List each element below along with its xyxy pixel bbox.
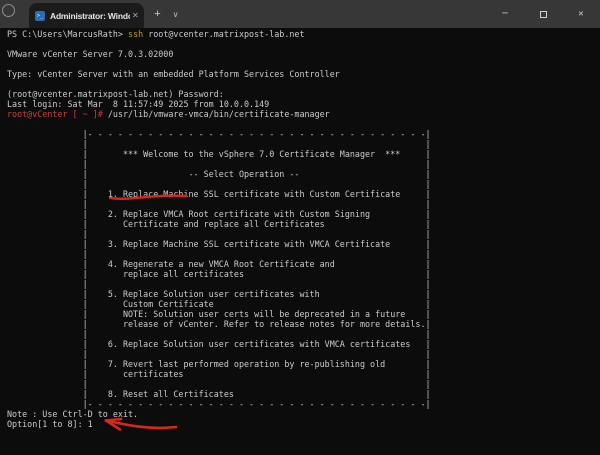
- terminal-line: VMware vCenter Server 7.0.3.02000: [7, 49, 174, 59]
- window-controls: ─ ✕: [486, 0, 600, 28]
- maximize-button[interactable]: [524, 0, 562, 28]
- terminal-line: | 3. Replace Machine SSL certificate wit…: [7, 239, 431, 249]
- terminal-line: | Certificate and replace all Certificat…: [7, 219, 431, 229]
- terminal-line: | |: [7, 279, 431, 289]
- terminal-line: | |: [7, 229, 431, 239]
- terminal-line: | Custom Certificate |: [7, 299, 431, 309]
- terminal-line: | 8. Reset all Certificates |: [7, 389, 431, 399]
- titlebar: >_ Administrator: Windows Pow ✕ + ∨ ─ ✕: [0, 0, 600, 28]
- terminal-line: | replace all certificates |: [7, 269, 431, 279]
- terminal-line: Option[1 to 8]: 1: [7, 419, 93, 429]
- new-tab-button[interactable]: +: [149, 5, 166, 23]
- terminal-line: | 1. Replace Machine SSL certificate wit…: [7, 189, 431, 199]
- terminal-line: | 7. Revert last performed operation by …: [7, 359, 431, 369]
- terminal-line: | 6. Replace Solution user certificates …: [7, 339, 431, 349]
- terminal-line: Note : Use Ctrl-D to exit.: [7, 409, 139, 419]
- terminal-line: | |: [7, 199, 431, 209]
- tab-close-icon[interactable]: ✕: [132, 11, 139, 20]
- terminal-line: (root@vcenter.matrixpost-lab.net) Passwo…: [7, 89, 224, 99]
- recording-circle-icon: [2, 4, 15, 17]
- tab-powershell[interactable]: >_ Administrator: Windows Pow ✕: [29, 3, 144, 28]
- terminal-line: Last login: Sat Mar 8 11:57:49 2025 from…: [7, 99, 270, 109]
- terminal-line: | -- Select Operation -- |: [7, 169, 431, 179]
- terminal-line: | |: [7, 379, 431, 389]
- terminal-window: >_ Administrator: Windows Pow ✕ + ∨ ─ ✕ …: [0, 0, 600, 455]
- minimize-button[interactable]: ─: [486, 0, 524, 28]
- terminal-line: | |: [7, 179, 431, 189]
- terminal-line: Type: vCenter Server with an embedded Pl…: [7, 69, 340, 79]
- terminal-line: | NOTE: Solution user certs will be depr…: [7, 309, 431, 319]
- terminal-line: | |: [7, 329, 431, 339]
- terminal-line: | certificates |: [7, 369, 431, 379]
- terminal-line: PS C:\Users\MarcusRath> ssh root@vcenter…: [7, 29, 305, 39]
- terminal-line: root@vCenter [ ~ ]# /usr/lib/vmware-vmca…: [7, 109, 330, 119]
- terminal-line: |- - - - - - - - - - - - - - - - - - - -…: [7, 129, 431, 139]
- terminal-line: |- - - - - - - - - - - - - - - - - - - -…: [7, 399, 431, 409]
- terminal-line: | |: [7, 249, 431, 259]
- terminal-line: | |: [7, 139, 431, 149]
- terminal-line: | 5. Replace Solution user certificates …: [7, 289, 431, 299]
- terminal-line: | |: [7, 349, 431, 359]
- terminal-line: | 4. Regenerate a new VMCA Root Certific…: [7, 259, 431, 269]
- terminal-output: PS C:\Users\MarcusRath> ssh root@vcenter…: [7, 29, 600, 429]
- tab-title: Administrator: Windows Pow: [50, 10, 130, 21]
- close-button[interactable]: ✕: [562, 0, 600, 28]
- powershell-icon: >_: [35, 10, 45, 21]
- tab-dropdown-button[interactable]: ∨: [167, 5, 184, 23]
- terminal-line: | |: [7, 159, 431, 169]
- terminal-viewport[interactable]: PS C:\Users\MarcusRath> ssh root@vcenter…: [0, 28, 600, 455]
- terminal-line: | *** Welcome to the vSphere 7.0 Certifi…: [7, 149, 431, 159]
- terminal-line: | release of vCenter. Refer to release n…: [7, 319, 431, 329]
- terminal-line: | 2. Replace VMCA Root certificate with …: [7, 209, 431, 219]
- maximize-icon: [539, 10, 547, 18]
